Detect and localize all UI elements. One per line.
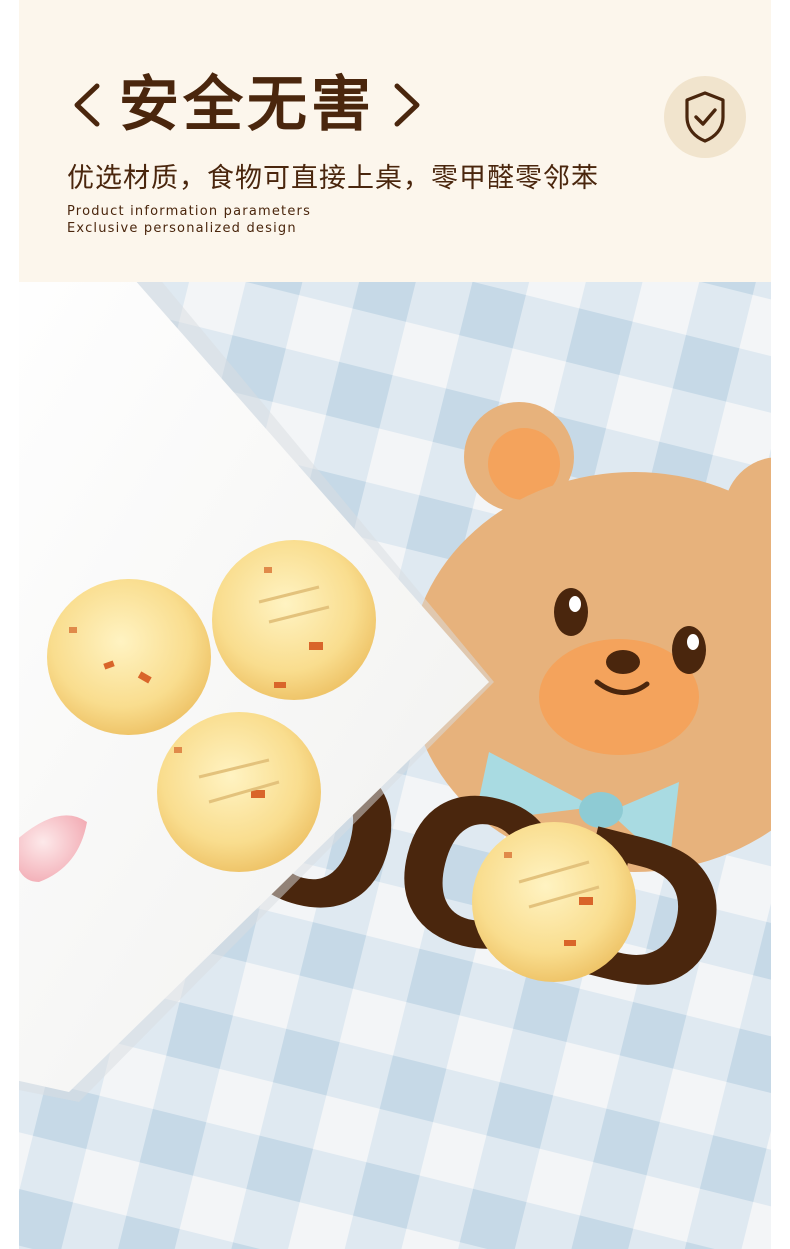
safety-badge [664,76,746,158]
english-caption-line-2: Exclusive personalized design [67,221,297,236]
product-photo-illustration: OOD LU [19,282,771,1249]
page-title: 安全无害 [119,70,375,140]
shield-check-icon [685,91,725,143]
product-photo: OOD LU [19,282,771,1249]
cake-2 [212,540,376,700]
subtitle: 优选材质，食物可直接上桌，零甲醛零邻苯 [67,163,599,194]
cake-3 [157,712,321,872]
cake-4 [472,822,636,982]
cake-1 [47,579,211,735]
header-section: 安全无害 优选材质，食物可直接上桌，零甲醛零邻苯 Product informa… [19,0,771,282]
english-caption-line-1: Product information parameters [67,204,312,219]
product-detail-page: 安全无害 优选材质，食物可直接上桌，零甲醛零邻苯 Product informa… [19,0,771,1249]
chevron-right-icon [394,83,420,127]
title-row: 安全无害 [67,70,427,140]
chevron-left-icon [74,83,100,127]
